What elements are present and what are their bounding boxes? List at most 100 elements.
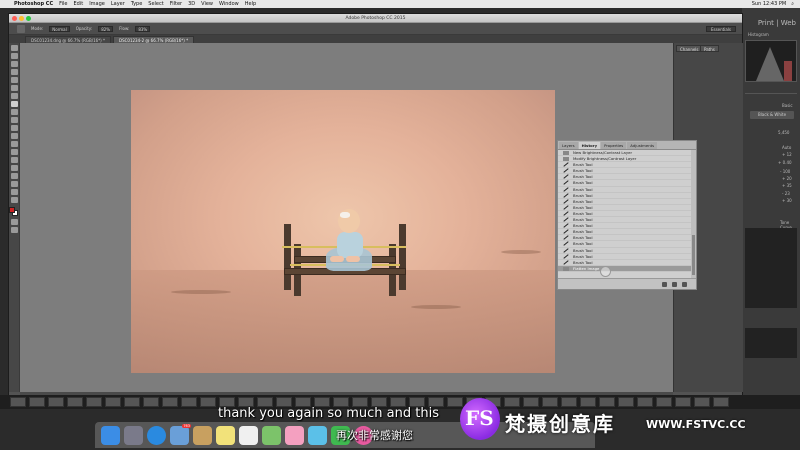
hand-tool-icon[interactable]: [10, 189, 18, 195]
screen-mode-icon[interactable]: [10, 227, 18, 233]
type-tool-icon[interactable]: [10, 165, 18, 171]
minimize-button[interactable]: [19, 16, 24, 21]
menu-image[interactable]: Image: [89, 1, 105, 7]
menu-filter[interactable]: Filter: [170, 1, 182, 7]
filmstrip-thumbnail[interactable]: [86, 397, 102, 407]
mail-icon[interactable]: 763: [170, 423, 191, 445]
clone-stamp-tool-icon[interactable]: [10, 109, 18, 115]
maps-icon[interactable]: [262, 425, 281, 445]
eyedropper-tool-icon[interactable]: [10, 85, 18, 91]
app-name-menu[interactable]: Photoshop CC: [14, 1, 53, 7]
quick-mask-icon[interactable]: [10, 219, 18, 225]
photos-icon[interactable]: [285, 425, 304, 445]
document-image[interactable]: [131, 90, 555, 373]
tab-adjustments[interactable]: Adjustments: [627, 142, 658, 149]
tab-properties[interactable]: Properties: [601, 142, 627, 149]
filmstrip-thumbnail[interactable]: [162, 397, 178, 407]
document-tab-active[interactable]: DSC01234-2 @ 66.7% (RGB/16*) *: [113, 36, 195, 43]
filmstrip-thumbnail[interactable]: [580, 397, 596, 407]
menu-help[interactable]: Help: [245, 1, 256, 7]
contacts-icon[interactable]: [193, 425, 212, 445]
blur-tool-icon[interactable]: [10, 141, 18, 147]
scroll-thumb[interactable]: [692, 235, 695, 275]
auto-label[interactable]: Auto: [782, 145, 791, 150]
filmstrip-thumbnail[interactable]: [447, 397, 463, 407]
zoom-button[interactable]: [26, 16, 31, 21]
eraser-tool-icon[interactable]: [10, 125, 18, 131]
trash-icon[interactable]: [682, 282, 687, 287]
filmstrip-thumbnail[interactable]: [48, 397, 64, 407]
camera-snapshot-icon[interactable]: [672, 282, 677, 287]
tab-history[interactable]: History: [578, 142, 601, 149]
flow-field[interactable]: 83%: [135, 25, 151, 32]
filmstrip-thumbnail[interactable]: [599, 397, 615, 407]
filmstrip-thumbnail[interactable]: [694, 397, 710, 407]
notes-icon[interactable]: [216, 425, 235, 445]
finder-icon[interactable]: [101, 425, 120, 445]
filmstrip-thumbnail[interactable]: [561, 397, 577, 407]
lightroom-module-labels[interactable]: Print | Web: [742, 19, 800, 27]
reminders-icon[interactable]: [239, 425, 258, 445]
filmstrip-thumbnail[interactable]: [713, 397, 729, 407]
filmstrip-thumbnail[interactable]: [675, 397, 691, 407]
workspace-select[interactable]: Essentials: [705, 26, 736, 32]
pen-tool-icon[interactable]: [10, 157, 18, 163]
filmstrip-thumbnail[interactable]: [504, 397, 520, 407]
close-button[interactable]: [12, 16, 17, 21]
bw-button[interactable]: Black & White: [750, 111, 794, 119]
path-select-tool-icon[interactable]: [10, 173, 18, 179]
menu-edit[interactable]: Edit: [74, 1, 84, 7]
crop-tool-icon[interactable]: [10, 77, 18, 83]
brush-tool-icon[interactable]: [10, 101, 18, 107]
filmstrip-thumbnail[interactable]: [637, 397, 653, 407]
history-panel: Layers History Properties Adjustments Ne…: [557, 140, 697, 290]
menu-file[interactable]: File: [59, 1, 67, 7]
brush-tool-preset-icon[interactable]: [17, 24, 25, 33]
panel-tabs: Layers History Properties Adjustments: [558, 141, 696, 150]
history-state-current[interactable]: Flatten Image: [558, 265, 692, 272]
marquee-tool-icon[interactable]: [10, 53, 18, 59]
filmstrip-thumbnail[interactable]: [10, 397, 26, 407]
filmstrip-thumbnail[interactable]: [656, 397, 672, 407]
foreground-color-swatch[interactable]: [9, 207, 15, 213]
move-tool-icon[interactable]: [10, 45, 18, 51]
lasso-tool-icon[interactable]: [10, 61, 18, 67]
dodge-tool-icon[interactable]: [10, 149, 18, 155]
launchpad-icon[interactable]: [124, 425, 143, 445]
opacity-field[interactable]: 82%: [98, 25, 114, 32]
filmstrip-thumbnail[interactable]: [143, 397, 159, 407]
healing-tool-icon[interactable]: [10, 93, 18, 99]
zoom-tool-icon[interactable]: [10, 197, 18, 203]
messages-icon[interactable]: [308, 425, 327, 445]
history-brush-tool-icon[interactable]: [10, 117, 18, 123]
gradient-tool-icon[interactable]: [10, 133, 18, 139]
tab-paths[interactable]: Paths: [700, 45, 719, 52]
menu-select[interactable]: Select: [148, 1, 163, 7]
history-scrollbar[interactable]: [691, 150, 696, 278]
filmstrip-thumbnail[interactable]: [181, 397, 197, 407]
document-tab[interactable]: DSC01234.dng @ 66.7% (RGB/16*) *: [25, 36, 111, 43]
mode-select[interactable]: Normal: [49, 25, 70, 32]
filmstrip-thumbnail[interactable]: [523, 397, 539, 407]
color-swatches[interactable]: [9, 207, 19, 217]
quick-select-tool-icon[interactable]: [10, 69, 18, 75]
filmstrip-thumbnail[interactable]: [29, 397, 45, 407]
filmstrip-thumbnail[interactable]: [542, 397, 558, 407]
tab-layers[interactable]: Layers: [559, 142, 578, 149]
menu-type[interactable]: Type: [131, 1, 142, 7]
filmstrip-thumbnail[interactable]: [67, 397, 83, 407]
menu-3d[interactable]: 3D: [188, 1, 195, 7]
menu-view[interactable]: View: [201, 1, 213, 7]
safari-icon[interactable]: [147, 425, 166, 445]
search-icon[interactable]: ⌕: [791, 1, 794, 7]
filmstrip-thumbnail[interactable]: [124, 397, 140, 407]
menu-layer[interactable]: Layer: [111, 1, 125, 7]
filmstrip-thumbnail[interactable]: [618, 397, 634, 407]
tab-channels[interactable]: Channels: [676, 45, 703, 52]
shape-tool-icon[interactable]: [10, 181, 18, 187]
new-document-from-state-icon[interactable]: [662, 282, 667, 287]
filmstrip-thumbnail[interactable]: [200, 397, 216, 407]
menu-window[interactable]: Window: [219, 1, 239, 7]
clock[interactable]: Sun 12:43 PM: [752, 1, 786, 7]
filmstrip-thumbnail[interactable]: [105, 397, 121, 407]
